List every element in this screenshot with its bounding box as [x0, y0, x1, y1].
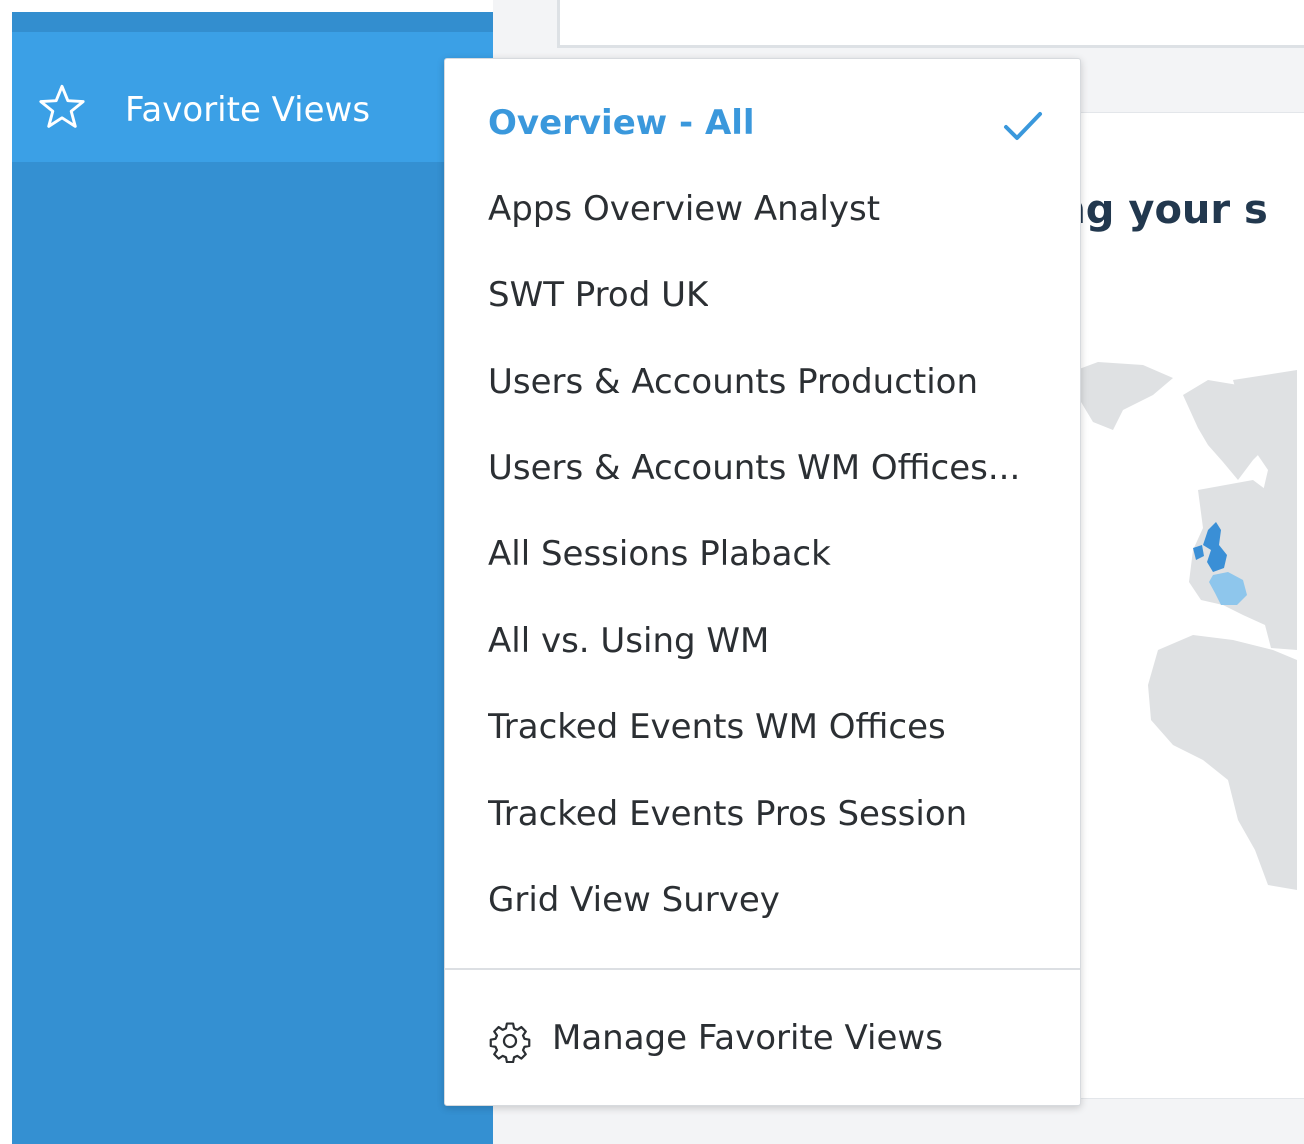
sidebar-top-strip [12, 12, 493, 32]
menu-item-label: Users & Accounts Production [488, 362, 979, 402]
menu-item-label: All vs. Using WM [488, 621, 770, 661]
top-card [557, 0, 1304, 48]
menu-item-label: Tracked Events Pros Session [488, 794, 968, 834]
menu-item-tracked-events-wm-offices[interactable]: Tracked Events WM Offices [445, 684, 1080, 770]
menu-item-tracked-events-pros-session[interactable]: Tracked Events Pros Session [445, 771, 1080, 857]
menu-item-all-vs-using-wm[interactable]: All vs. Using WM [445, 598, 1080, 684]
sidebar-item-favorite-views[interactable]: Favorite Views [12, 32, 493, 162]
checkmark-icon [1004, 112, 1042, 140]
menu-item-apps-overview-analyst[interactable]: Apps Overview Analyst [445, 166, 1080, 252]
menu-item-label: Tracked Events WM Offices [488, 707, 946, 747]
menu-item-label: Apps Overview Analyst [488, 189, 881, 229]
sidebar-item-label: Favorite Views [125, 90, 371, 130]
favorite-views-dropdown: Overview - All Apps Overview Analyst SWT… [444, 58, 1081, 1106]
menu-item-label: All Sessions Plaback [488, 534, 831, 574]
menu-item-swt-prod-uk[interactable]: SWT Prod UK [445, 252, 1080, 338]
manage-favorite-views-button[interactable]: Manage Favorite Views [445, 997, 1080, 1083]
menu-divider [445, 968, 1080, 970]
map-europe [1189, 480, 1297, 650]
menu-item-label: SWT Prod UK [488, 275, 709, 315]
menu-item-label: Users & Accounts WM Offices... [488, 448, 1021, 488]
menu-item-all-sessions-plaback[interactable]: All Sessions Plaback [445, 511, 1080, 597]
menu-item-users-accounts-production[interactable]: Users & Accounts Production [445, 339, 1080, 425]
star-icon [39, 84, 85, 128]
menu-item-label: Grid View Survey [488, 880, 780, 920]
gear-icon [489, 1022, 531, 1063]
map-africa [1148, 635, 1297, 890]
menu-item-label: Overview - All [488, 103, 755, 143]
menu-item-grid-view-survey[interactable]: Grid View Survey [445, 857, 1080, 943]
menu-item-users-accounts-wm-offices[interactable]: Users & Accounts WM Offices... [445, 425, 1080, 511]
manage-favorite-views-label: Manage Favorite Views [552, 1018, 943, 1058]
menu-item-overview-all[interactable]: Overview - All [445, 80, 1080, 166]
sidebar: Favorite Views [12, 12, 493, 1144]
